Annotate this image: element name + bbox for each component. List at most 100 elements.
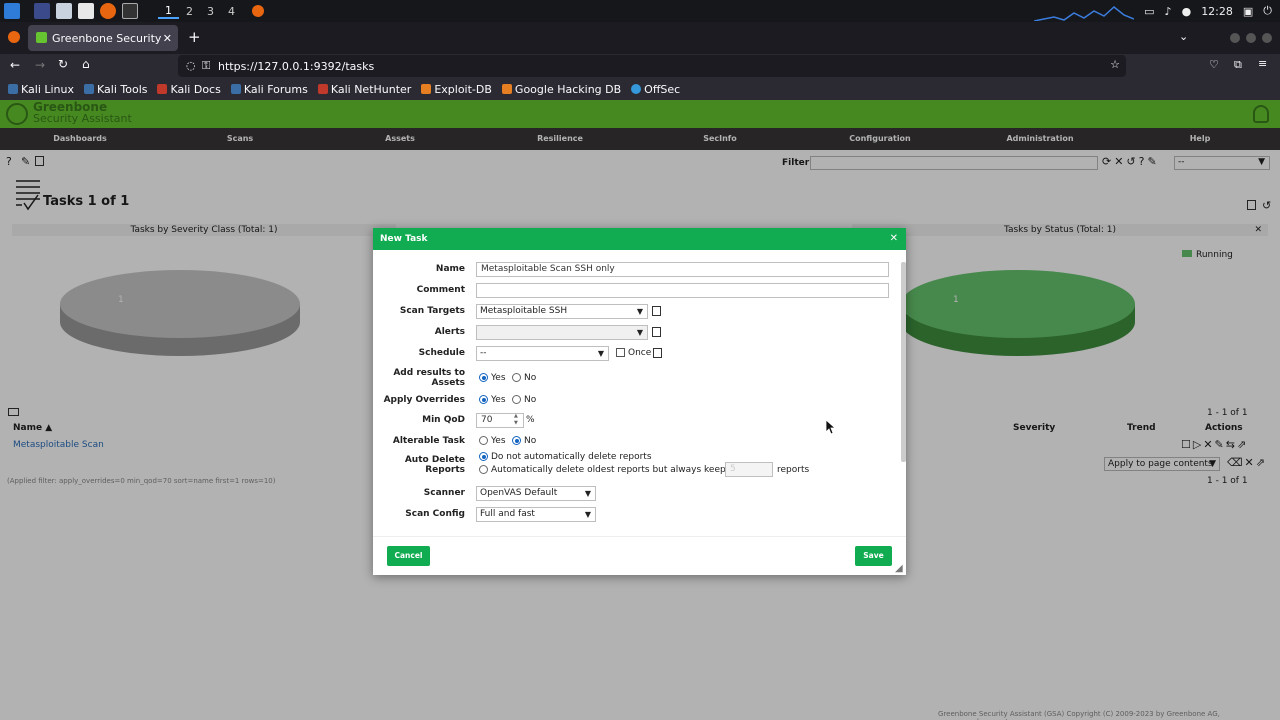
- add-results-no[interactable]: No: [512, 373, 536, 384]
- bookmark-google-hacking-db[interactable]: Google Hacking DB: [501, 83, 621, 96]
- scan-targets-value: Metasploitable SSH: [480, 306, 568, 316]
- window-close-icon[interactable]: [1262, 33, 1272, 43]
- workspace-1[interactable]: 1: [158, 4, 179, 19]
- forward-icon[interactable]: →: [35, 58, 45, 72]
- alerts-select[interactable]: ▼: [476, 325, 648, 340]
- new-tab-icon[interactable]: +: [188, 28, 201, 46]
- once-checkbox[interactable]: [616, 348, 625, 357]
- url-text: https://127.0.0.1:9392/tasks: [218, 59, 375, 73]
- schedule-select[interactable]: -- ▼: [476, 346, 609, 361]
- alterable-yes[interactable]: Yes: [479, 436, 506, 447]
- workspace-switcher-icon[interactable]: [34, 3, 50, 19]
- display-icon[interactable]: ▭: [1144, 5, 1154, 18]
- lock-icon[interactable]: ▣: [1243, 5, 1253, 18]
- add-results-label-line2: Assets: [431, 378, 465, 388]
- radio-icon[interactable]: [479, 452, 488, 461]
- bookmark-exploit-db[interactable]: Exploit-DB: [421, 83, 492, 96]
- forums-bookmark-icon: [230, 84, 241, 94]
- clock[interactable]: 12:28: [1201, 5, 1233, 18]
- keep-reports-stepper[interactable]: 5: [725, 462, 773, 477]
- apply-overrides-label: Apply Overrides: [383, 395, 465, 405]
- offsec-bookmark-icon: [631, 84, 642, 94]
- radio-icon[interactable]: [512, 373, 521, 382]
- schedule-once-option[interactable]: Once: [616, 348, 651, 359]
- alterable-no[interactable]: No: [512, 436, 536, 447]
- bookmark-kali-nethunter[interactable]: Kali NetHunter: [317, 82, 412, 96]
- power-icon[interactable]: ⏻: [1263, 4, 1272, 18]
- spinner-arrows-icon[interactable]: ▲ ▼: [514, 413, 518, 427]
- taskbar-firefox-icon[interactable]: [252, 5, 264, 17]
- lock-warning-icon[interactable]: ⚿: [202, 59, 210, 73]
- window-maximize-icon[interactable]: [1246, 33, 1256, 43]
- schedule-label: Schedule: [418, 348, 465, 358]
- notification-icon[interactable]: ●: [1182, 5, 1192, 18]
- bookmark-kali-tools[interactable]: Kali Tools: [84, 83, 147, 96]
- workspace-2[interactable]: 2: [179, 5, 200, 18]
- scanner-select[interactable]: OpenVAS Default ▼: [476, 486, 596, 501]
- bookmark-label: Kali Tools: [97, 82, 148, 96]
- apply-overrides-yes[interactable]: Yes: [479, 395, 506, 406]
- system-tray: ▭ ♪ ● 12:28 ▣ ⏻: [1034, 0, 1272, 22]
- add-results-label-line1: Add results to: [393, 368, 465, 378]
- auto-delete-label: Auto Delete Reports: [373, 455, 465, 475]
- dialog-title-bar[interactable]: New Task ✕: [373, 228, 906, 250]
- radio-icon[interactable]: [512, 395, 521, 404]
- bookmark-star-icon[interactable]: ☆: [1110, 58, 1120, 71]
- tab-greenbone[interactable]: Greenbone Security Assis ✕: [28, 25, 178, 51]
- home-icon[interactable]: ⌂: [82, 57, 90, 71]
- extensions-icon[interactable]: ⧉: [1234, 58, 1242, 72]
- bookmark-offsec[interactable]: OffSec: [631, 83, 680, 96]
- comment-field[interactable]: [476, 283, 889, 298]
- new-target-icon[interactable]: [652, 306, 661, 316]
- reload-icon[interactable]: ↻: [58, 57, 68, 71]
- radio-icon[interactable]: [479, 465, 488, 474]
- bookmark-kali-linux[interactable]: Kali Linux: [8, 83, 74, 96]
- bookmark-kali-docs[interactable]: Kali Docs: [157, 83, 221, 96]
- back-icon[interactable]: ←: [10, 58, 20, 72]
- dialog-title: New Task: [380, 234, 428, 244]
- name-field[interactable]: Metasploitable Scan SSH only: [476, 262, 889, 277]
- scan-config-select[interactable]: Full and fast ▼: [476, 507, 596, 522]
- window-minimize-icon[interactable]: [1230, 33, 1240, 43]
- auto-delete-keep[interactable]: Automatically delete oldest reports but …: [479, 465, 761, 476]
- new-alert-icon[interactable]: [652, 327, 661, 337]
- firefox-icon[interactable]: [100, 3, 116, 19]
- resize-handle-icon[interactable]: ◢: [895, 563, 903, 574]
- volume-icon[interactable]: ♪: [1165, 5, 1172, 18]
- name-label: Name: [435, 264, 465, 274]
- menu-icon[interactable]: ≡: [1258, 57, 1267, 70]
- min-qod-label: Min QoD: [422, 415, 465, 425]
- cancel-button[interactable]: Cancel: [387, 546, 430, 566]
- tracking-protection-icon[interactable]: ◌: [186, 59, 196, 72]
- terminal-icon[interactable]: [122, 3, 138, 19]
- pocket-icon[interactable]: ♡: [1209, 58, 1219, 71]
- radio-icon[interactable]: [479, 373, 488, 382]
- bookmark-label: Exploit-DB: [434, 82, 492, 96]
- auto-delete-none[interactable]: Do not automatically delete reports: [479, 452, 652, 463]
- tab-close-icon[interactable]: ✕: [163, 32, 172, 45]
- add-results-yes[interactable]: Yes: [479, 373, 506, 384]
- radio-icon[interactable]: [512, 436, 521, 445]
- workspace-4[interactable]: 4: [221, 5, 242, 18]
- text-editor-icon[interactable]: [78, 3, 94, 19]
- option-label: Yes: [491, 395, 506, 405]
- dialog-scrollbar[interactable]: [901, 262, 906, 462]
- new-schedule-icon[interactable]: [653, 348, 662, 358]
- dialog-close-icon[interactable]: ✕: [890, 228, 898, 250]
- auto-delete-label-line2: Reports: [425, 465, 465, 475]
- option-label: No: [524, 436, 537, 446]
- save-button[interactable]: Save: [855, 546, 892, 566]
- scan-targets-select[interactable]: Metasploitable SSH ▼: [476, 304, 648, 319]
- bookmark-kali-forums[interactable]: Kali Forums: [230, 83, 308, 96]
- bookmark-label: Kali NetHunter: [330, 82, 412, 96]
- file-manager-icon[interactable]: [56, 3, 72, 19]
- firefox-view-icon[interactable]: [8, 31, 20, 43]
- workspace-3[interactable]: 3: [200, 5, 221, 18]
- kali-menu-icon[interactable]: [4, 3, 20, 19]
- url-bar[interactable]: ◌ ⚿ https://127.0.0.1:9392/tasks ☆: [178, 55, 1126, 77]
- radio-icon[interactable]: [479, 395, 488, 404]
- tab-favicon-icon: [36, 32, 47, 43]
- radio-icon[interactable]: [479, 436, 488, 445]
- tab-list-icon[interactable]: ⌄: [1179, 30, 1188, 43]
- apply-overrides-no[interactable]: No: [512, 395, 536, 406]
